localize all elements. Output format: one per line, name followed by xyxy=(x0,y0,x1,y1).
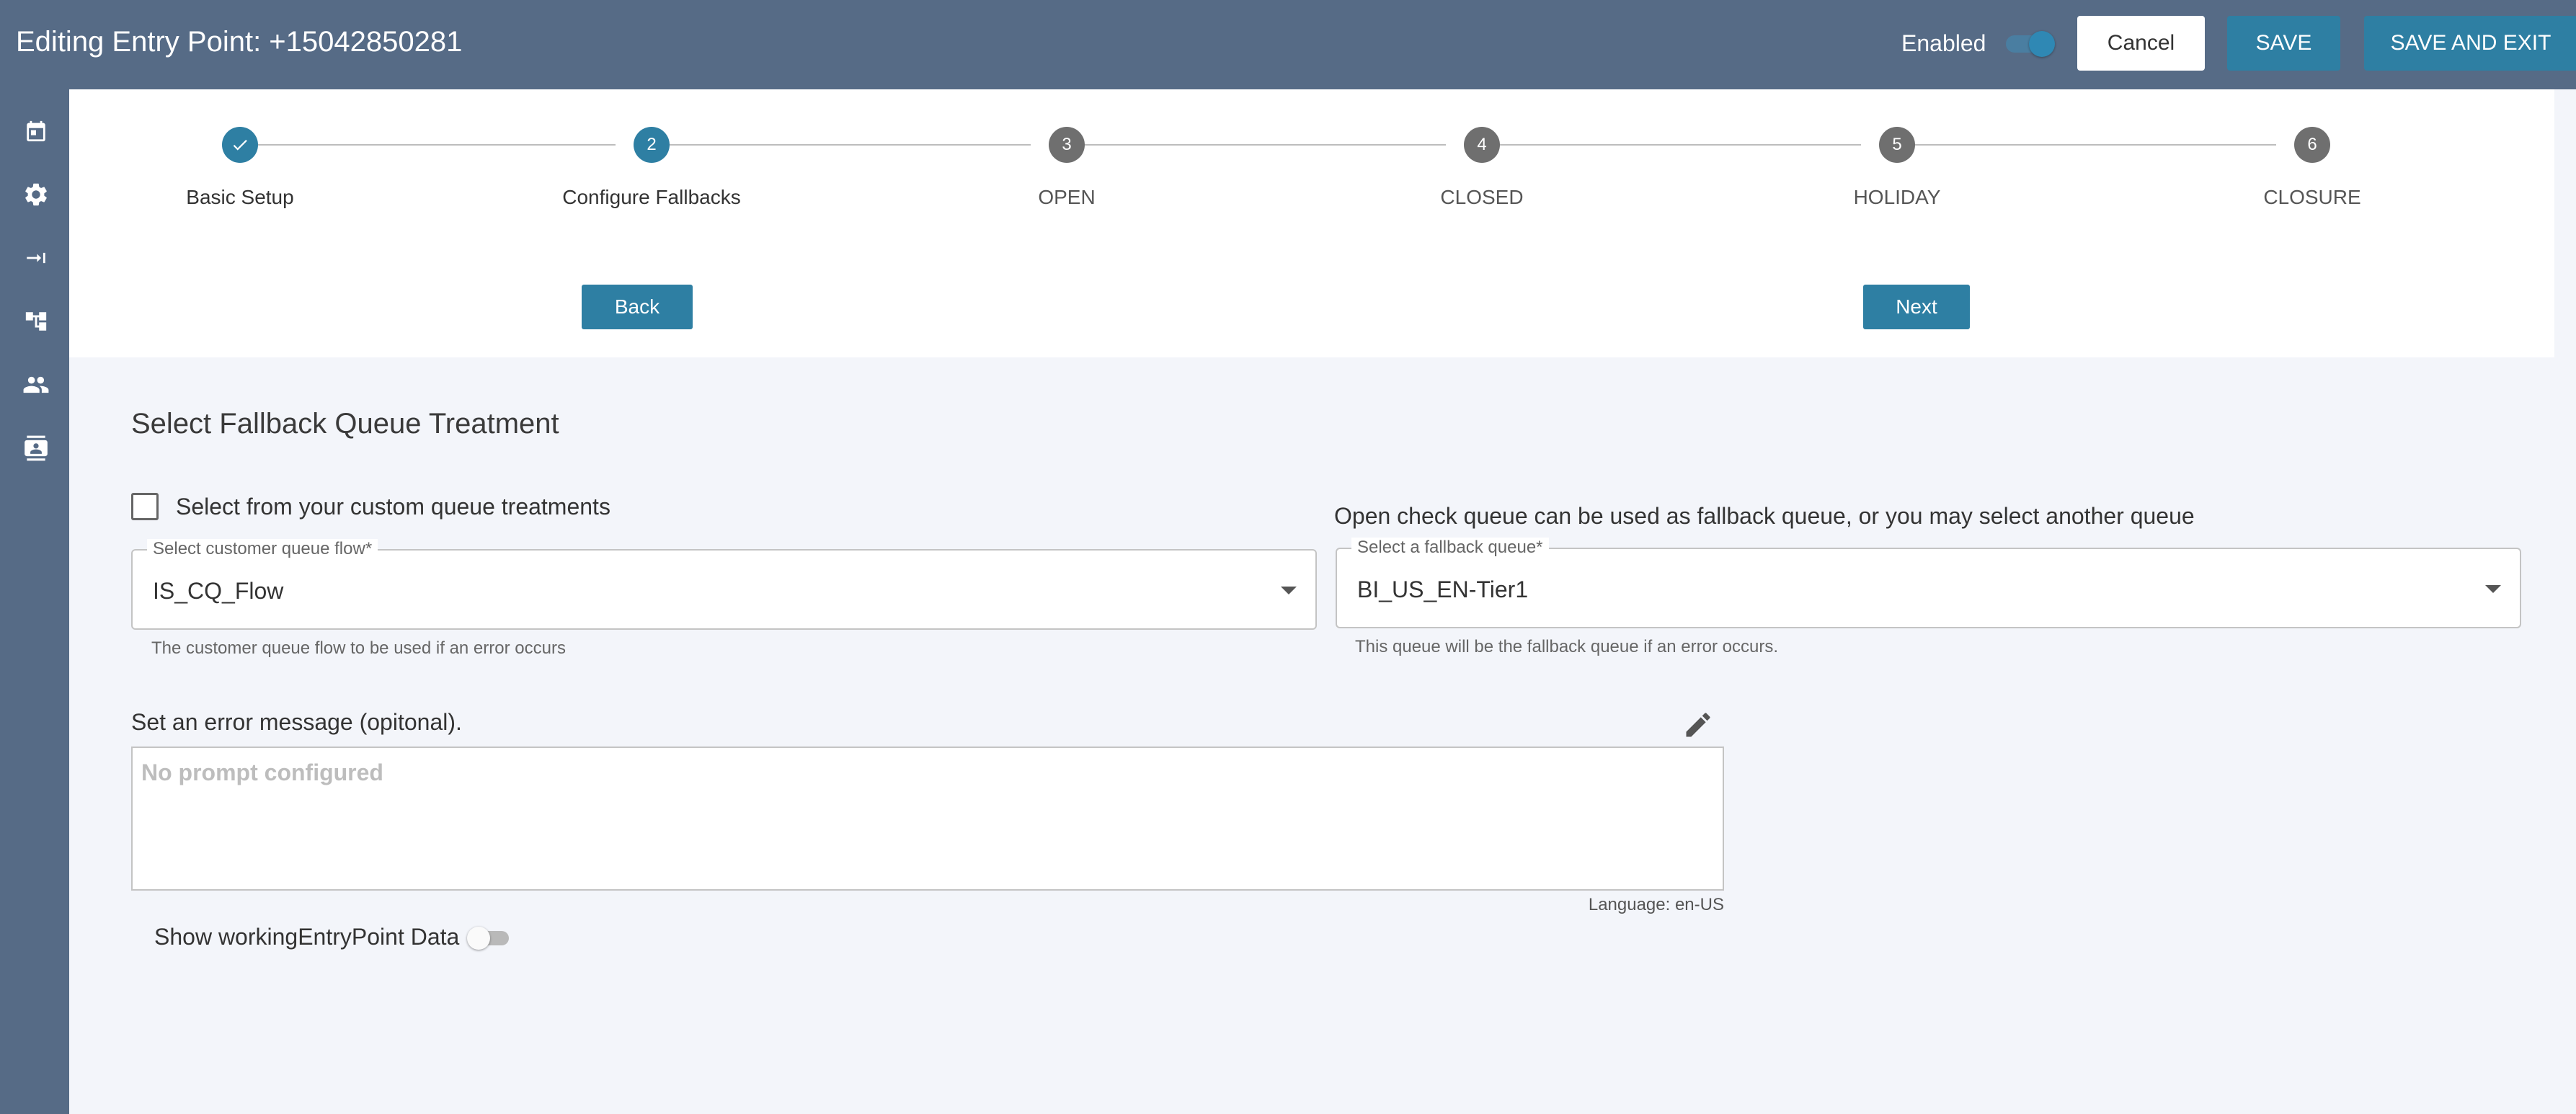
page-title: Editing Entry Point: +15042850281 xyxy=(16,26,463,58)
custom-treatments-checkbox-row[interactable]: Select from your custom queue treatments xyxy=(131,493,610,520)
show-data-toggle[interactable] xyxy=(467,925,512,951)
dropdown-arrow-icon[interactable] xyxy=(1281,587,1297,594)
merge-arrows-icon[interactable] xyxy=(22,244,50,272)
enabled-toggle-knob xyxy=(2029,31,2055,57)
fallback-info-text: Open check queue can be used as fallback… xyxy=(1334,503,2195,529)
customer-queue-flow-value: IS_CQ_Flow xyxy=(153,578,284,604)
step-1-check-icon[interactable] xyxy=(222,127,258,163)
language-label: Language: en-US xyxy=(1588,895,1724,914)
error-prompt-box[interactable]: No prompt configured xyxy=(131,747,1724,891)
flow-tree-icon[interactable] xyxy=(22,307,50,336)
edit-pencil-icon[interactable] xyxy=(1682,709,1714,741)
customer-queue-flow-helper: The customer queue flow to be used if an… xyxy=(151,638,566,658)
prompt-placeholder: No prompt configured xyxy=(141,759,383,785)
fallback-queue-helper: This queue will be the fallback queue if… xyxy=(1355,637,1778,656)
show-data-toggle-knob xyxy=(467,927,490,950)
step-5-circle[interactable]: 5 xyxy=(1879,127,1915,163)
step-4-label[interactable]: CLOSED xyxy=(1338,186,1626,209)
sidebar xyxy=(0,89,69,1114)
error-message-label: Set an error message (opitonal). xyxy=(131,709,462,735)
step-3-label[interactable]: OPEN xyxy=(923,186,1211,209)
fallback-queue-value: BI_US_EN-Tier1 xyxy=(1357,576,1529,602)
step-2-circle[interactable]: 2 xyxy=(634,127,670,163)
contact-card-icon[interactable] xyxy=(22,434,50,463)
custom-treatments-label[interactable]: Select from your custom queue treatments xyxy=(176,494,610,520)
stepper-panel: 2 3 4 5 6 Basic Setup Configure Fallback… xyxy=(69,89,2554,357)
cancel-button[interactable]: Cancel xyxy=(2077,16,2205,71)
top-bar: Editing Entry Point: +15042850281 Enable… xyxy=(0,0,2576,89)
calendar-icon[interactable] xyxy=(22,117,50,146)
step-6-label[interactable]: CLOSURE xyxy=(2168,186,2456,209)
gear-icon[interactable] xyxy=(22,180,50,209)
customer-queue-flow-label: Select customer queue flow* xyxy=(147,539,378,559)
custom-treatments-checkbox[interactable] xyxy=(131,493,159,520)
save-button[interactable]: SAVE xyxy=(2227,16,2340,71)
step-connector xyxy=(1067,144,1446,146)
step-2-label[interactable]: Configure Fallbacks xyxy=(507,186,796,209)
people-icon[interactable] xyxy=(22,370,50,399)
step-6-circle[interactable]: 6 xyxy=(2294,127,2330,163)
show-data-label: Show workingEntryPoint Data xyxy=(154,924,460,950)
step-connector xyxy=(652,144,1031,146)
back-button[interactable]: Back xyxy=(582,285,693,329)
fallback-queue-label: Select a fallback queue* xyxy=(1351,538,1549,558)
step-connector xyxy=(1897,144,2276,146)
step-1-label[interactable]: Basic Setup xyxy=(96,186,384,209)
fallback-queue-select[interactable]: Select a fallback queue* BI_US_EN-Tier1 xyxy=(1336,538,2521,628)
dropdown-arrow-icon[interactable] xyxy=(2485,585,2501,593)
section-title: Select Fallback Queue Treatment xyxy=(131,408,559,440)
step-4-circle[interactable]: 4 xyxy=(1464,127,1500,163)
step-connector xyxy=(1482,144,1861,146)
enabled-label: Enabled xyxy=(1901,30,1986,56)
step-3-circle[interactable]: 3 xyxy=(1049,127,1085,163)
save-and-exit-button[interactable]: SAVE AND EXIT xyxy=(2364,16,2576,71)
step-connector xyxy=(258,144,616,146)
next-button[interactable]: Next xyxy=(1863,285,1970,329)
step-5-label[interactable]: HOLIDAY xyxy=(1753,186,2041,209)
enabled-toggle[interactable] xyxy=(2006,31,2056,57)
customer-queue-flow-select[interactable]: Select customer queue flow* IS_CQ_Flow xyxy=(131,539,1317,630)
